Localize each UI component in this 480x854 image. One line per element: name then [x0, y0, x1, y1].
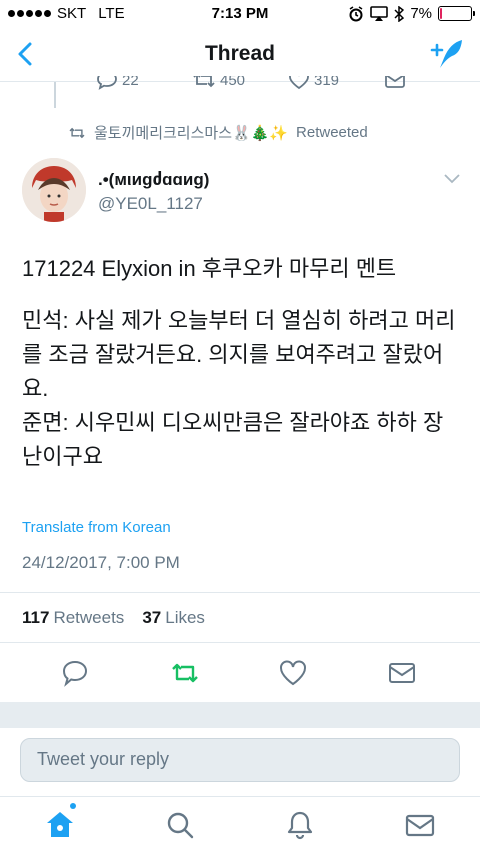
- nav-bar: Thread: [0, 28, 480, 82]
- alarm-icon: [349, 5, 363, 21]
- status-bar: SKT LTE 7:13 PM 7%: [0, 0, 480, 28]
- section-gap: [0, 702, 480, 728]
- heart-icon: [289, 76, 309, 90]
- reply-icon: [97, 76, 117, 90]
- page-title: Thread: [204, 42, 275, 65]
- divider: [0, 592, 480, 593]
- envelope-icon[interactable]: [387, 658, 417, 688]
- likes-count-link[interactable]: 37 Likes: [142, 608, 205, 628]
- prev-like-button[interactable]: 319: [288, 76, 384, 94]
- tab-bar: [0, 796, 480, 854]
- divider: [0, 642, 480, 643]
- engagement-counts: 117 Retweets 37 Likes: [22, 608, 205, 628]
- retweets-label: Retweets: [53, 608, 125, 627]
- avatar[interactable]: [22, 158, 86, 222]
- prev-reply-count: 22: [122, 76, 139, 89]
- status-right: 7%: [348, 5, 475, 22]
- prev-dm-button[interactable]: [384, 76, 480, 94]
- previous-tweet-actions: 22 450 319: [96, 76, 480, 94]
- tweet-body: 민석: 사실 제가 오늘부터 더 열심히 하려고 머리를 조금 잘랐거든요. 의…: [22, 308, 456, 401]
- battery-icon: [438, 6, 475, 21]
- retweeter-name: 울토끼메리크리스마스🐰🎄✨: [94, 125, 289, 142]
- author-name[interactable]: .•(мιиgძɑɑиg): [98, 170, 209, 190]
- retweets-count: 117: [22, 608, 50, 627]
- reply-input[interactable]: Tweet your reply: [20, 738, 460, 782]
- prev-reply-button[interactable]: 22: [96, 76, 192, 94]
- tweet-text: 171224 Elyxion in 후쿠오카 마무리 멘트 민석: 사실 제가 …: [22, 252, 462, 474]
- retweet-icon: [69, 127, 85, 138]
- avatar-image: [22, 158, 86, 222]
- envelope-icon: [385, 76, 405, 88]
- retweet-icon[interactable]: [170, 658, 200, 688]
- retweet-icon: [193, 76, 215, 88]
- retweeted-by[interactable]: 울토끼메리크리스마스🐰🎄✨ Retweeted: [68, 122, 368, 143]
- chevron-down-icon[interactable]: [444, 174, 460, 184]
- retweeted-label: Retweeted: [296, 124, 368, 141]
- prev-like-count: 319: [314, 76, 340, 89]
- tweet-actions: [0, 658, 480, 692]
- airplay-icon: [370, 5, 389, 21]
- thread-line: [54, 82, 56, 108]
- battery-percent: 7%: [410, 5, 432, 22]
- messages-icon[interactable]: [404, 809, 436, 841]
- home-icon[interactable]: [44, 809, 76, 841]
- tweet-body-2: 준면: 시우민씨 디오씨만큼은 잘라야죠 하하 장난이구요: [22, 410, 444, 469]
- author-handle[interactable]: @YE0L_1127: [98, 194, 203, 214]
- tweet-timestamp: 24/12/2017, 7:00 PM: [22, 553, 180, 572]
- prev-retweet-button[interactable]: 450: [192, 76, 288, 94]
- notifications-icon[interactable]: [284, 809, 316, 841]
- search-icon[interactable]: [164, 809, 196, 841]
- retweets-count-link[interactable]: 117 Retweets: [22, 608, 124, 628]
- prev-retweet-count: 450: [220, 76, 246, 89]
- likes-label: Likes: [165, 608, 205, 627]
- translate-link[interactable]: Translate from Korean: [22, 519, 171, 536]
- bluetooth-icon: [394, 5, 405, 22]
- reply-icon[interactable]: [60, 658, 90, 688]
- likes-count: 37: [142, 608, 162, 627]
- battery-fill: [440, 8, 442, 19]
- tweet-headline: 171224 Elyxion in 후쿠오카 마무리 멘트: [22, 256, 397, 281]
- heart-icon[interactable]: [278, 658, 308, 688]
- compose-tweet-icon[interactable]: [428, 36, 468, 72]
